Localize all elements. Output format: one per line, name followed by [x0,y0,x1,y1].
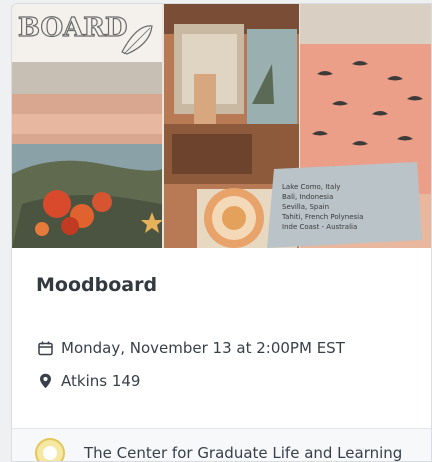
event-date: Monday, November 13 at 2:00PM EST [61,339,345,357]
host-name: The Center for Graduate Life and Learnin… [84,444,403,462]
event-location-row: Atkins 149 [36,372,140,390]
collage-note-line-5: Inde Coast - Australia [282,223,357,231]
event-cover-image: BOARD Lake Como, Italy Bali, Indonesia S… [12,4,431,248]
calendar-icon [36,339,54,357]
collage-note-line-3: Sevilla, Spain [282,203,329,211]
event-title[interactable]: Moodboard [36,274,157,296]
event-location: Atkins 149 [61,372,141,390]
collage-note-line-4: Tahiti, French Polynesia [281,213,363,221]
event-card[interactable]: BOARD Lake Como, Italy Bali, Indonesia S… [11,3,432,462]
collage-note-line-1: Lake Como, Italy [282,183,340,191]
board-label: BOARD [18,13,127,43]
map-pin-icon [36,372,54,390]
event-date-row: Monday, November 13 at 2:00PM EST [36,339,345,357]
collage-note-line-2: Bali, Indonesia [282,193,333,201]
event-details: Moodboard Monday, November 13 at 2:00PM … [12,248,431,428]
host-avatar [35,438,65,461]
event-host-footer[interactable]: The Center for Graduate Life and Learnin… [12,428,431,462]
